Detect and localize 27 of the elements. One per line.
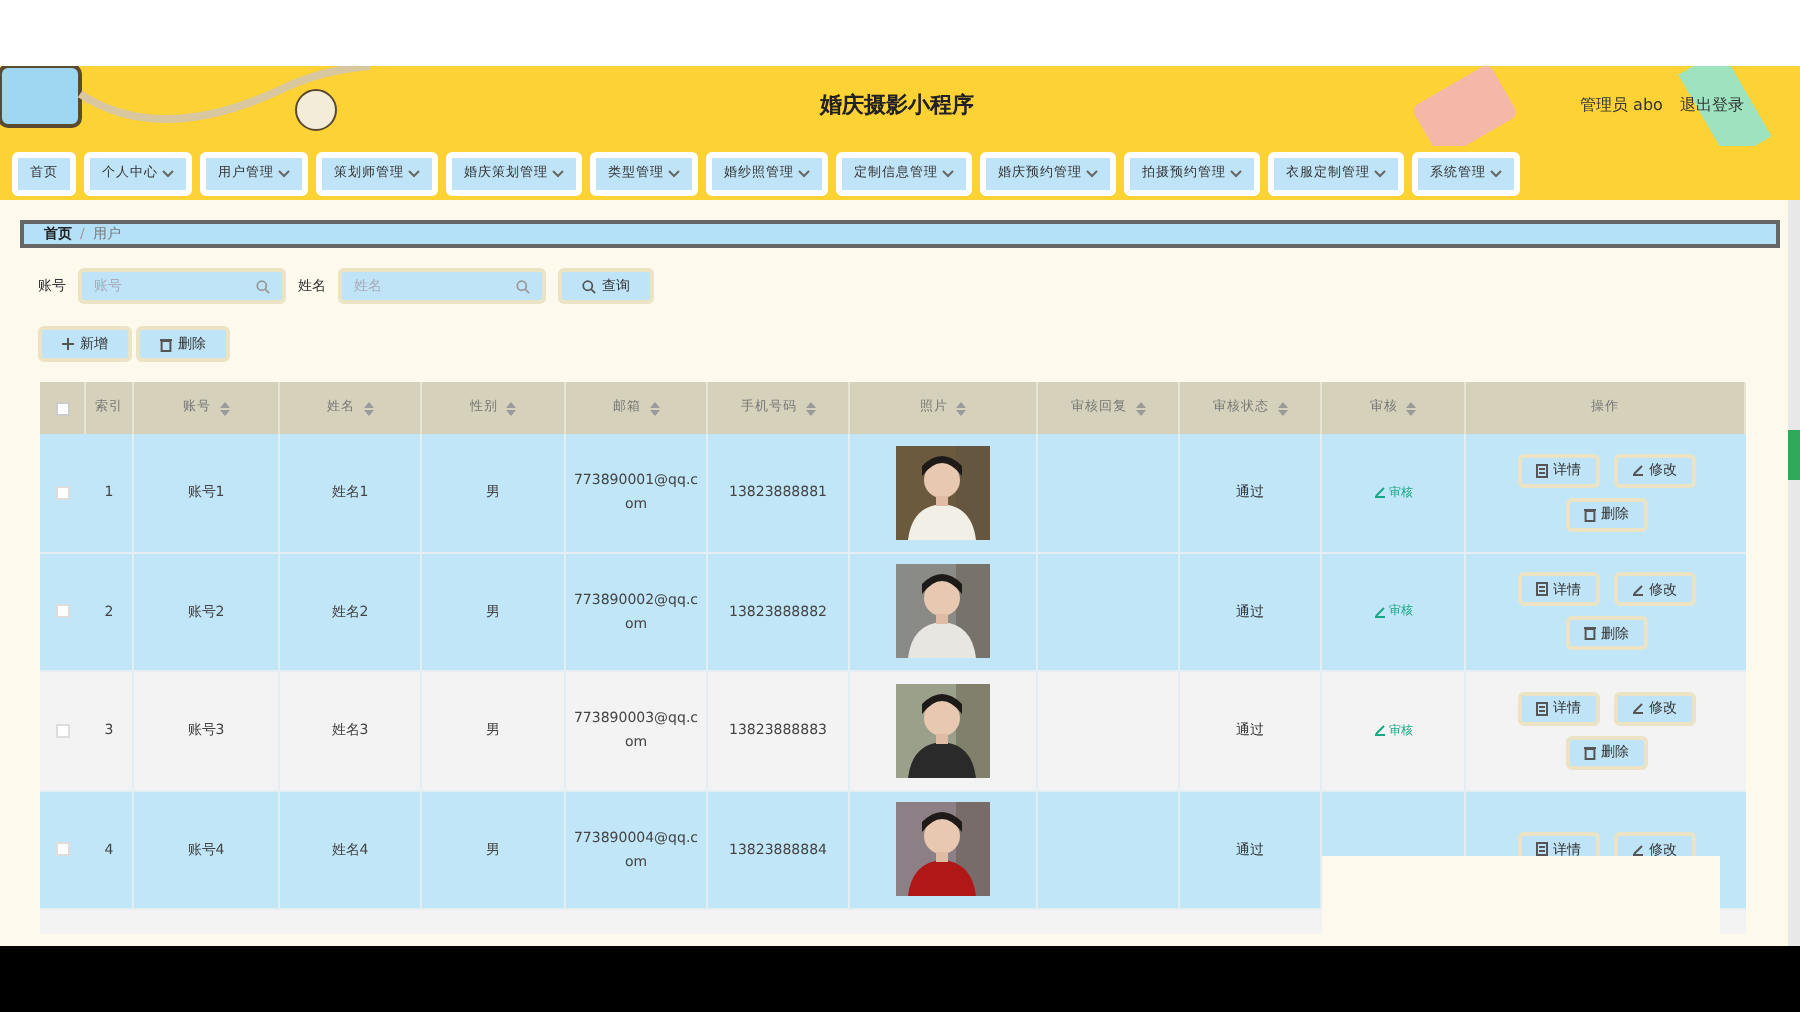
search-icon: [516, 279, 530, 293]
trash-icon: [160, 337, 172, 351]
document-icon: [1535, 842, 1547, 857]
app-title: 婚庆摄影小程序: [820, 90, 974, 122]
user-name: 管理员 abo: [1580, 94, 1663, 118]
pencil-icon: [1631, 583, 1643, 596]
search-icon: [582, 279, 596, 293]
pencil-icon: [1631, 843, 1643, 856]
plus-icon: [62, 338, 74, 350]
select-all-checkbox[interactable]: [55, 401, 69, 415]
row-checkbox[interactable]: [56, 723, 70, 738]
row-checkbox[interactable]: [56, 485, 70, 500]
search-icon: [256, 279, 270, 293]
trash-icon: [1583, 507, 1595, 522]
pencil-icon: [1373, 486, 1385, 499]
trash-icon: [1583, 626, 1595, 641]
trash-icon: [1583, 745, 1595, 760]
document-icon: [1535, 582, 1547, 597]
pencil-icon: [1631, 464, 1643, 477]
row-checkbox[interactable]: [56, 842, 70, 857]
pencil-icon: [1373, 605, 1385, 618]
pencil-icon: [1631, 702, 1643, 715]
document-icon: [1535, 701, 1547, 716]
row-checkbox[interactable]: [56, 604, 70, 619]
document-icon: [1535, 463, 1547, 478]
scrollbar[interactable]: [1788, 200, 1800, 946]
pencil-icon: [1373, 724, 1385, 737]
